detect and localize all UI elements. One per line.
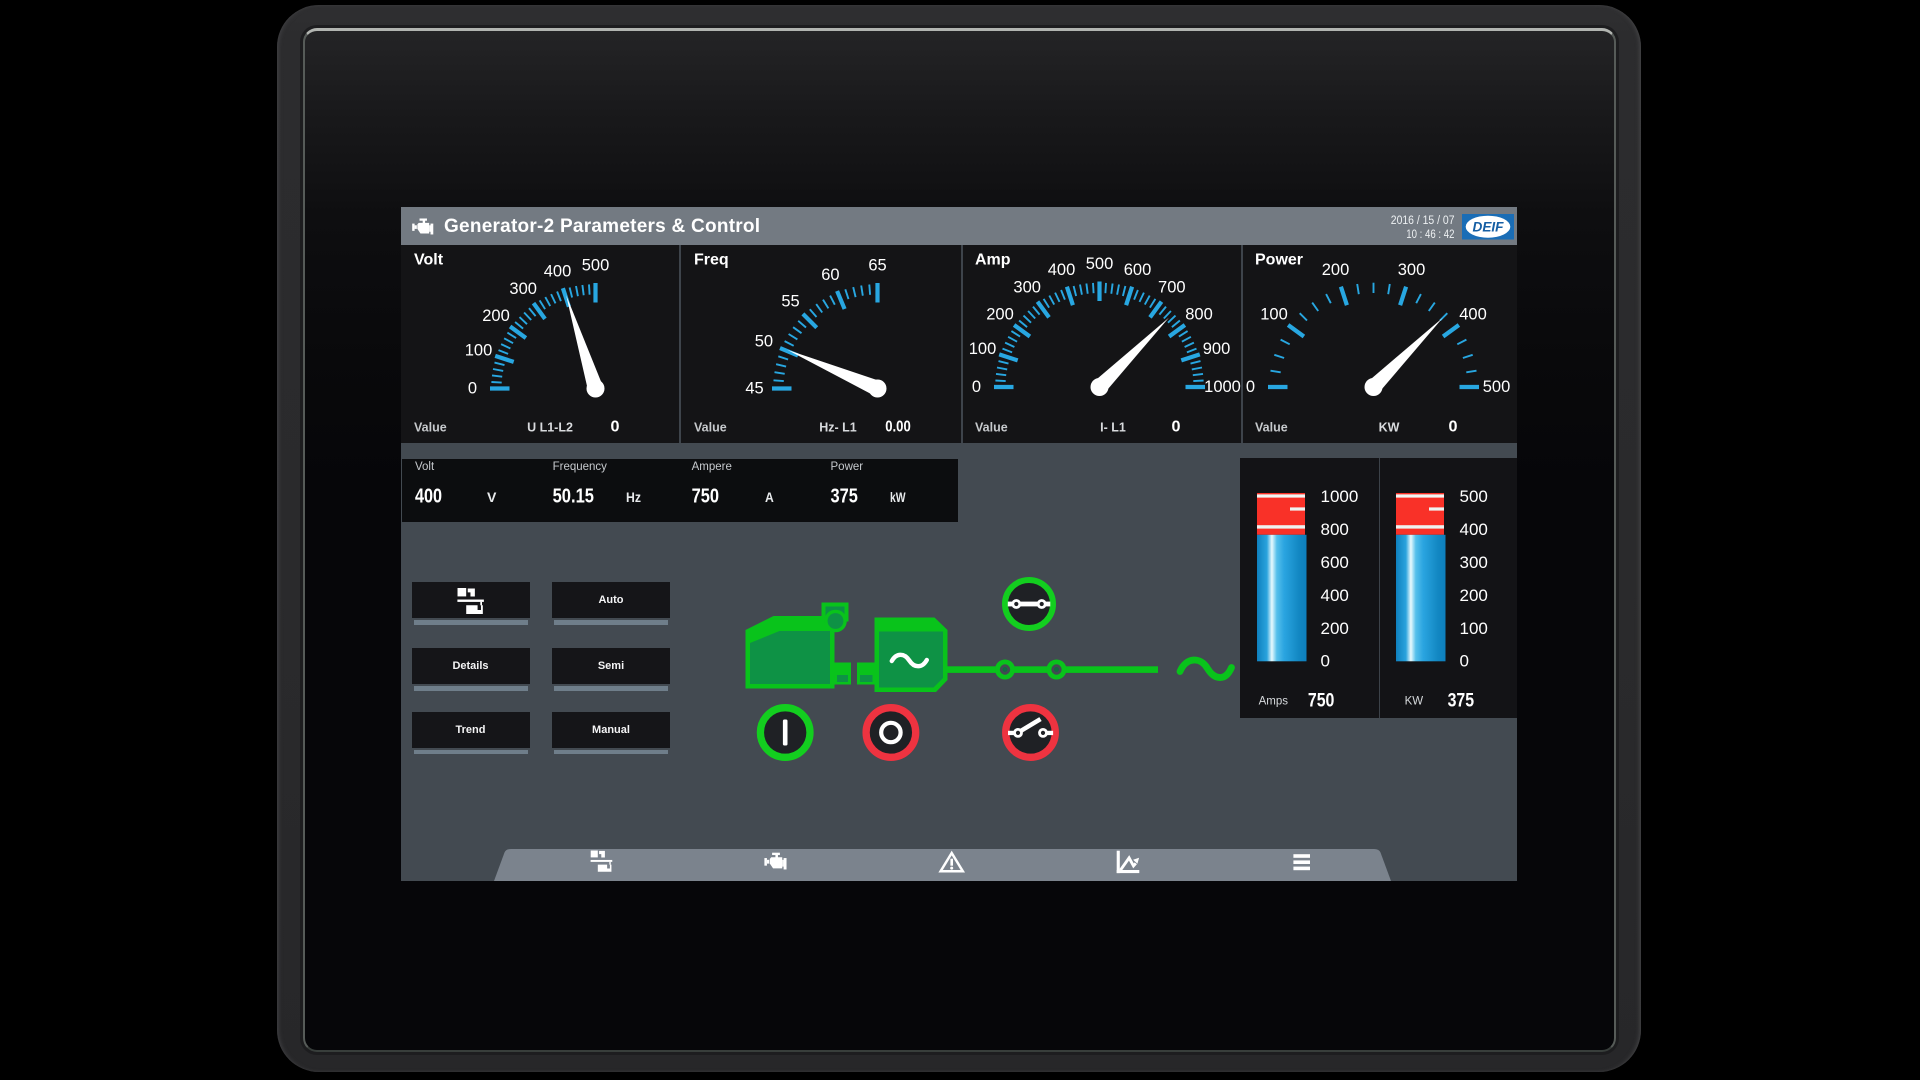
- svg-text:600: 600: [1321, 553, 1349, 572]
- svg-text:0.00: 0.00: [885, 419, 911, 436]
- svg-text:Hz- L1: Hz- L1: [819, 421, 857, 435]
- svg-text:400: 400: [415, 485, 442, 507]
- svg-text:0: 0: [1460, 652, 1469, 671]
- svg-text:400: 400: [1459, 306, 1487, 324]
- svg-text:50: 50: [755, 332, 773, 350]
- svg-text:0: 0: [611, 419, 620, 436]
- svg-text:750: 750: [692, 485, 719, 507]
- svg-text:65: 65: [868, 257, 886, 275]
- svg-text:0: 0: [1449, 419, 1458, 436]
- svg-text:KW: KW: [1405, 696, 1424, 708]
- svg-text:600: 600: [1124, 261, 1152, 279]
- svg-text:700: 700: [1158, 279, 1186, 297]
- svg-text:375: 375: [1448, 691, 1475, 712]
- svg-text:Value: Value: [414, 421, 447, 435]
- svg-text:400: 400: [1321, 586, 1349, 605]
- svg-text:Freq: Freq: [694, 252, 729, 269]
- svg-text:100: 100: [1260, 306, 1288, 324]
- svg-text:50.15: 50.15: [553, 485, 594, 507]
- svg-text:200: 200: [482, 307, 510, 325]
- svg-text:10 : 46 : 42: 10 : 46 : 42: [1406, 227, 1454, 241]
- svg-text:Ampere: Ampere: [692, 461, 732, 473]
- svg-text:0: 0: [468, 380, 477, 398]
- svg-text:45: 45: [745, 380, 763, 398]
- svg-text:Volt: Volt: [415, 461, 435, 473]
- svg-text:0: 0: [1246, 378, 1255, 396]
- svg-text:Value: Value: [694, 421, 727, 435]
- svg-text:400: 400: [1048, 261, 1076, 279]
- svg-text:0: 0: [972, 378, 981, 396]
- svg-text:kW: kW: [890, 489, 906, 505]
- svg-text:V: V: [487, 489, 497, 505]
- svg-text:0: 0: [1172, 419, 1181, 436]
- svg-text:500: 500: [1086, 255, 1114, 273]
- svg-text:100: 100: [969, 340, 997, 358]
- svg-text:300: 300: [1460, 553, 1488, 572]
- svg-text:400: 400: [1460, 520, 1488, 539]
- svg-text:500: 500: [582, 257, 610, 275]
- svg-text:55: 55: [781, 293, 799, 311]
- svg-text:375: 375: [831, 485, 858, 507]
- svg-text:100: 100: [1460, 619, 1488, 638]
- svg-text:60: 60: [821, 266, 839, 284]
- svg-text:KW: KW: [1379, 421, 1400, 435]
- svg-text:Volt: Volt: [414, 252, 444, 269]
- svg-text:800: 800: [1185, 306, 1213, 324]
- svg-text:200: 200: [1321, 619, 1349, 638]
- svg-text:200: 200: [986, 306, 1014, 324]
- svg-text:750: 750: [1308, 691, 1335, 712]
- svg-text:200: 200: [1322, 261, 1350, 279]
- svg-text:I- L1: I- L1: [1100, 421, 1126, 435]
- svg-text:U L1-L2: U L1-L2: [527, 421, 573, 435]
- svg-text:A: A: [765, 489, 774, 505]
- svg-text:Power: Power: [831, 461, 864, 473]
- svg-text:Value: Value: [975, 421, 1008, 435]
- svg-text:200: 200: [1460, 586, 1488, 605]
- svg-text:800: 800: [1321, 520, 1349, 539]
- svg-text:Hz: Hz: [626, 489, 641, 505]
- svg-text:300: 300: [509, 280, 537, 298]
- svg-text:Power: Power: [1255, 252, 1303, 269]
- svg-text:1000: 1000: [1321, 487, 1359, 506]
- svg-text:Amp: Amp: [975, 252, 1011, 269]
- svg-text:0: 0: [1321, 652, 1330, 671]
- svg-text:Amps: Amps: [1259, 696, 1289, 708]
- svg-text:300: 300: [1013, 279, 1041, 297]
- svg-text:1000: 1000: [1204, 378, 1241, 396]
- svg-text:300: 300: [1398, 261, 1426, 279]
- svg-text:Frequency: Frequency: [553, 461, 608, 473]
- svg-text:100: 100: [465, 342, 493, 360]
- svg-text:Value: Value: [1255, 421, 1288, 435]
- svg-text:2016 / 15 / 07: 2016 / 15 / 07: [1391, 213, 1455, 227]
- svg-text:900: 900: [1203, 340, 1231, 358]
- svg-text:400: 400: [544, 263, 572, 281]
- svg-text:500: 500: [1460, 487, 1488, 506]
- svg-text:500: 500: [1483, 378, 1511, 396]
- svg-text:DEIF: DEIF: [1473, 220, 1505, 235]
